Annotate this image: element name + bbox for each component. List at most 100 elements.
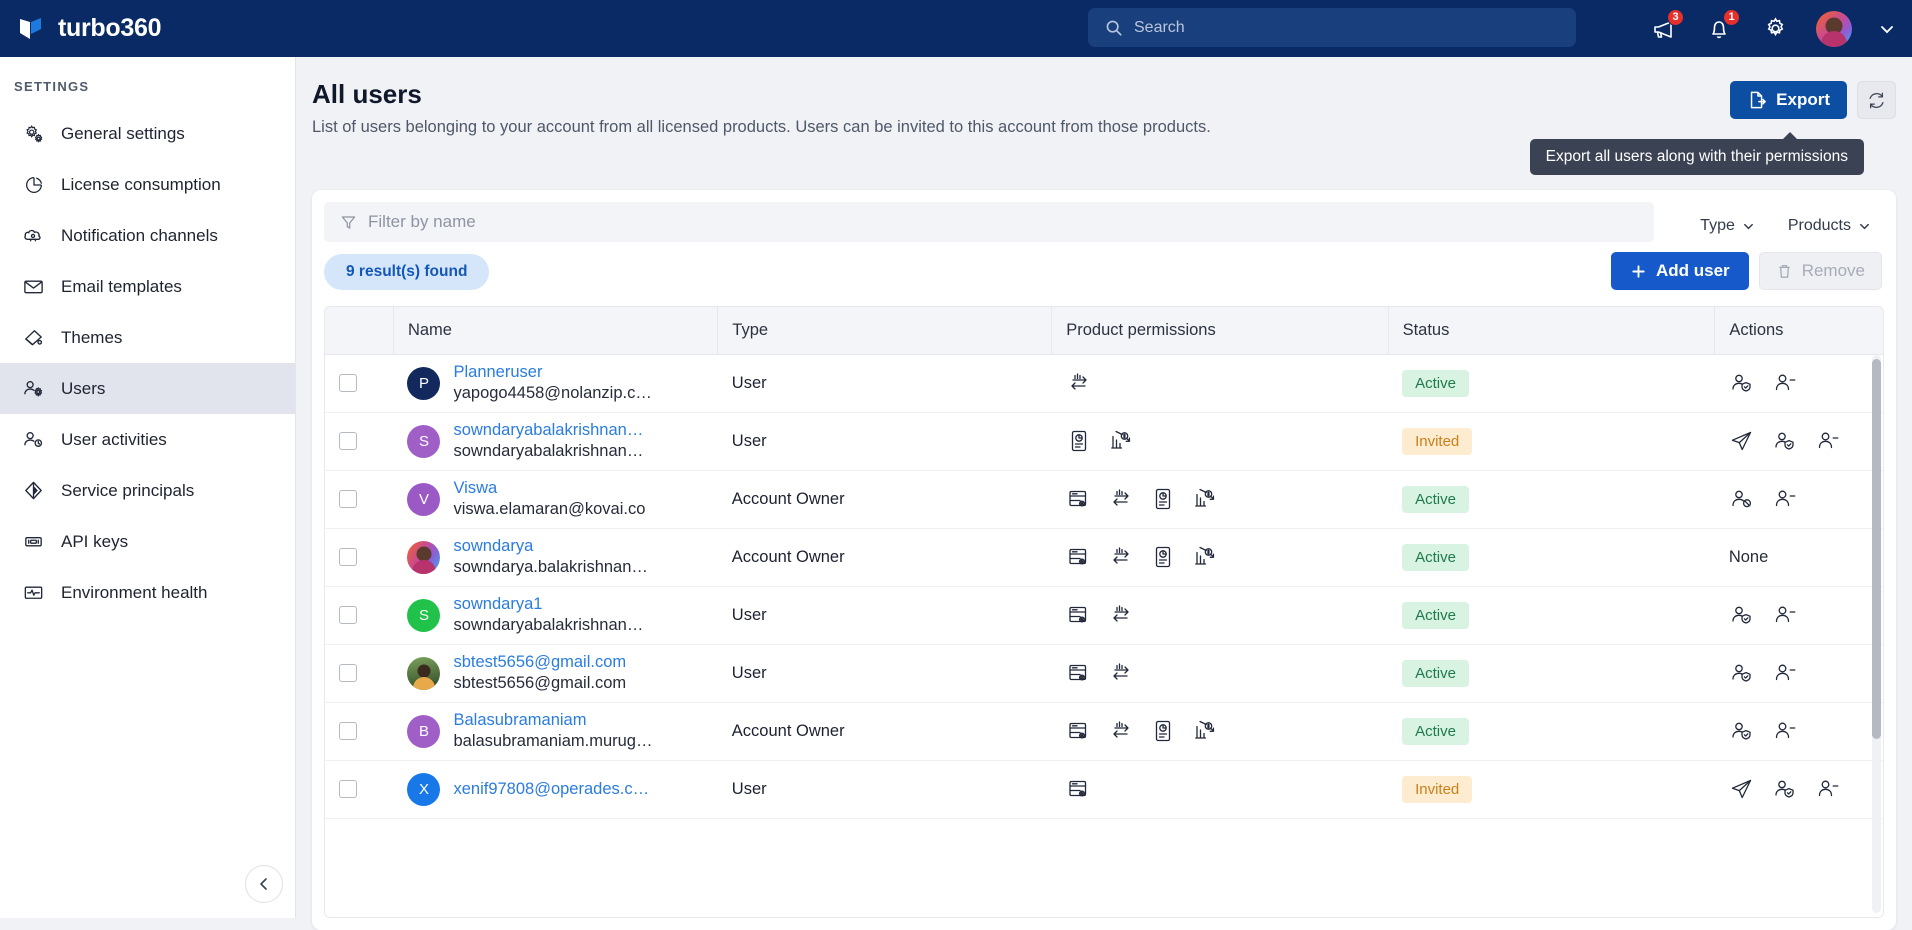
user-shield-icon[interactable]: [1729, 718, 1755, 744]
cost-analytics-icon[interactable]: [1108, 428, 1134, 454]
status-cell: Invited: [1388, 412, 1715, 471]
add-user-button[interactable]: Add user: [1611, 252, 1749, 290]
table-scrollbar-track[interactable]: [1872, 355, 1881, 913]
integrate-icon[interactable]: [1108, 660, 1134, 686]
integrate-icon[interactable]: [1108, 602, 1134, 628]
sidebar-item-general-settings[interactable]: General settings: [0, 108, 295, 159]
refresh-button[interactable]: [1857, 81, 1896, 119]
user-shield-icon[interactable]: [1729, 660, 1755, 686]
remove-button[interactable]: Remove: [1758, 252, 1882, 290]
export-button[interactable]: Export: [1730, 81, 1847, 119]
table-scrollbar-thumb[interactable]: [1872, 359, 1881, 739]
column-header-status[interactable]: Status: [1388, 307, 1716, 355]
sidebar-item-notification-channels[interactable]: Notification channels: [0, 210, 295, 261]
integrate-icon[interactable]: [1108, 486, 1134, 512]
cost-analytics-icon[interactable]: [1192, 718, 1218, 744]
column-header-product-permissions[interactable]: Product permissions: [1051, 307, 1389, 355]
user-name-link[interactable]: Planneruser: [453, 362, 653, 383]
user-name-link[interactable]: Balasubramaniam: [453, 710, 652, 731]
bam-server-icon[interactable]: [1066, 486, 1092, 512]
user-shield-icon[interactable]: [1729, 370, 1755, 396]
megaphone-icon[interactable]: 3: [1648, 8, 1684, 44]
cost-analytics-icon[interactable]: [1192, 486, 1218, 512]
user-name-link[interactable]: Viswa: [453, 478, 645, 499]
bam-server-icon[interactable]: [1066, 660, 1092, 686]
sidebar-collapse-button[interactable]: [245, 865, 283, 903]
avatar: V: [407, 482, 441, 516]
user-shield-icon[interactable]: [1729, 602, 1755, 628]
user-shield-icon[interactable]: [1772, 776, 1798, 802]
products-dropdown[interactable]: Products: [1776, 212, 1882, 240]
table-row[interactable]: V Viswa viswa.elamaran@kovai.co Account …: [325, 470, 1883, 529]
sidebar-item-environment-health[interactable]: Environment health: [0, 567, 295, 618]
send-invite-icon[interactable]: [1729, 776, 1755, 802]
insights-doc-icon[interactable]: [1066, 428, 1092, 454]
user-minus-icon[interactable]: [1815, 776, 1841, 802]
insights-doc-icon[interactable]: [1150, 486, 1176, 512]
user-minus-icon[interactable]: [1772, 486, 1798, 512]
user-shield-icon[interactable]: [1772, 428, 1798, 454]
insights-doc-icon[interactable]: [1150, 544, 1176, 570]
row-checkbox[interactable]: [339, 664, 357, 682]
status-badge: Active: [1402, 717, 1469, 745]
bam-server-icon[interactable]: [1066, 776, 1092, 802]
user-name-link[interactable]: sowndarya1: [453, 594, 653, 615]
sidebar-item-themes[interactable]: Themes: [0, 312, 295, 363]
bam-server-icon[interactable]: [1066, 602, 1092, 628]
user-type-cell: User: [717, 354, 1052, 413]
user-name-link[interactable]: sowndarya: [453, 536, 647, 557]
sidebar-item-service-principals[interactable]: Service principals: [0, 465, 295, 516]
row-checkbox[interactable]: [339, 432, 357, 450]
table-row[interactable]: S sowndaryabalakrishnan@… sowndaryabalak…: [325, 412, 1883, 471]
user-name-link[interactable]: xenif97808@operades.com: [453, 779, 653, 800]
row-checkbox[interactable]: [339, 548, 357, 566]
row-checkbox[interactable]: [339, 606, 357, 624]
user-minus-icon[interactable]: [1815, 428, 1841, 454]
row-checkbox[interactable]: [339, 722, 357, 740]
user-minus-icon[interactable]: [1772, 602, 1798, 628]
search-input[interactable]: Search: [1088, 8, 1576, 47]
bell-icon[interactable]: 1: [1704, 8, 1740, 44]
row-checkbox[interactable]: [339, 780, 357, 798]
type-dropdown[interactable]: Type: [1689, 212, 1766, 240]
product-permissions-cell: [1051, 354, 1389, 413]
integrate-icon[interactable]: [1108, 718, 1134, 744]
column-header-type[interactable]: Type: [717, 307, 1053, 355]
user-block-icon[interactable]: [1729, 486, 1755, 512]
user-minus-icon[interactable]: [1772, 660, 1798, 686]
sidebar-item-user-activities[interactable]: User activities: [0, 414, 295, 465]
row-checkbox-cell: [325, 528, 394, 587]
filter-by-name-input[interactable]: Filter by name: [324, 202, 1654, 242]
row-checkbox[interactable]: [339, 374, 357, 392]
user-name-link[interactable]: sbtest5656@gmail.com: [453, 652, 626, 673]
cost-analytics-icon[interactable]: [1192, 544, 1218, 570]
table-row[interactable]: S sowndarya1 sowndaryabalakrishnan@… Use…: [325, 586, 1883, 645]
insights-doc-icon[interactable]: [1150, 718, 1176, 744]
user-minus-icon[interactable]: [1772, 718, 1798, 744]
sidebar-item-label: License consumption: [61, 174, 221, 194]
sidebar-item-users[interactable]: Users: [0, 363, 295, 414]
integrate-icon[interactable]: [1108, 544, 1134, 570]
sidebar-item-api-keys[interactable]: API keys: [0, 516, 295, 567]
sidebar-item-license-consumption[interactable]: License consumption: [0, 159, 295, 210]
bam-server-icon[interactable]: [1066, 544, 1092, 570]
users-card: Filter by name Type Products 9 result(s)…: [312, 190, 1896, 930]
table-row[interactable]: sbtest5656@gmail.com sbtest5656@gmail.co…: [325, 644, 1883, 703]
table-row[interactable]: X xenif97808@operades.com User Invited: [325, 760, 1883, 819]
table-row[interactable]: sowndarya sowndarya.balakrishnan… Accoun…: [325, 528, 1883, 587]
table-row[interactable]: B Balasubramaniam balasubramaniam.murug……: [325, 702, 1883, 761]
bam-server-icon[interactable]: [1066, 718, 1092, 744]
sidebar-item-email-templates[interactable]: Email templates: [0, 261, 295, 312]
send-invite-icon[interactable]: [1729, 428, 1755, 454]
brand-logo[interactable]: turbo360: [0, 12, 296, 46]
users-table: Name Type Product permissions Status Act…: [325, 307, 1883, 819]
table-row[interactable]: P Planneruser yapogo4458@nolanzip.co… Us…: [325, 354, 1883, 413]
gear-icon[interactable]: [1760, 14, 1790, 44]
row-checkbox[interactable]: [339, 490, 357, 508]
column-header-name[interactable]: Name: [393, 307, 719, 355]
integrate-icon[interactable]: [1066, 370, 1092, 396]
user-minus-icon[interactable]: [1772, 370, 1798, 396]
chevron-down-icon[interactable]: [1878, 14, 1896, 44]
avatar[interactable]: [1816, 10, 1852, 47]
user-name-link[interactable]: sowndaryabalakrishnan@…: [453, 420, 653, 441]
